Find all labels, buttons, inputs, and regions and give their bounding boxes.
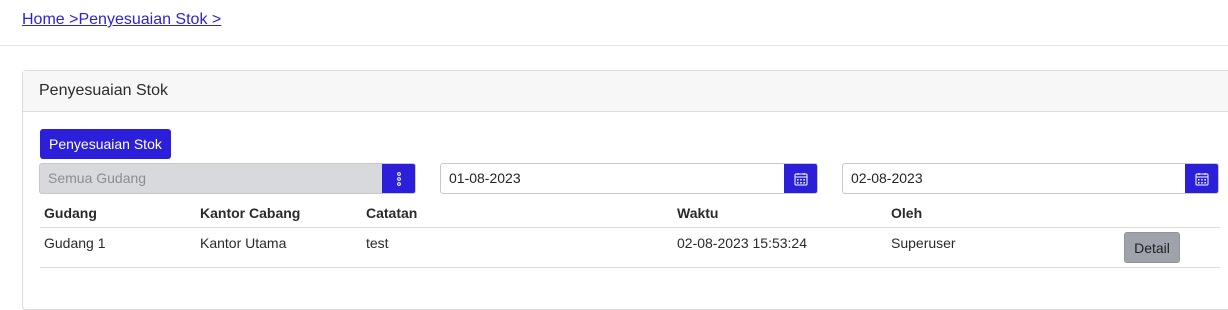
stock-adjustment-button[interactable]: Penyesuaian Stok — [40, 129, 171, 159]
date-to-calendar-button[interactable] — [1185, 164, 1218, 193]
card-header: Penyesuaian Stok — [23, 71, 1228, 112]
card-title: Penyesuaian Stok — [39, 82, 168, 99]
date-from-calendar-button[interactable] — [784, 164, 817, 193]
date-to-value: 02-08-2023 — [851, 170, 923, 186]
cell-oleh: Superuser — [891, 235, 956, 251]
calendar-icon — [1195, 172, 1208, 185]
table-row: Gudang 1 Kantor Utama test 02-08-2023 15… — [40, 228, 1220, 268]
vertical-dots-icon — [396, 171, 401, 186]
date-to-field[interactable]: 02-08-2023 — [842, 163, 1219, 194]
breadcrumb[interactable]: Home >Penyesuaian Stok > — [22, 11, 221, 29]
cell-kantor-cabang: Kantor Utama — [200, 235, 287, 251]
stock-adjustment-card: Penyesuaian Stok Penyesuaian Stok Semua … — [22, 70, 1228, 310]
table-header: Gudang Kantor Cabang Catatan Waktu Oleh — [40, 197, 1220, 228]
cell-catatan: test — [366, 235, 389, 251]
column-header-oleh[interactable]: Oleh — [891, 205, 922, 221]
column-header-kantor-cabang[interactable]: Kantor Cabang — [200, 205, 300, 221]
detail-button[interactable]: Detail — [1124, 232, 1180, 263]
warehouse-select-button[interactable] — [382, 164, 415, 193]
cell-waktu: 02-08-2023 15:53:24 — [677, 235, 807, 251]
column-header-catatan[interactable]: Catatan — [366, 205, 417, 221]
warehouse-select-placeholder: Semua Gudang — [48, 170, 147, 186]
breadcrumb-bar: Home >Penyesuaian Stok > — [0, 0, 1228, 46]
calendar-icon — [794, 172, 807, 185]
date-from-value: 01-08-2023 — [449, 170, 521, 186]
warehouse-select[interactable]: Semua Gudang — [39, 163, 416, 194]
cell-gudang: Gudang 1 — [44, 235, 106, 251]
column-header-waktu[interactable]: Waktu — [677, 205, 718, 221]
column-header-gudang[interactable]: Gudang — [44, 205, 97, 221]
date-from-field[interactable]: 01-08-2023 — [440, 163, 818, 194]
